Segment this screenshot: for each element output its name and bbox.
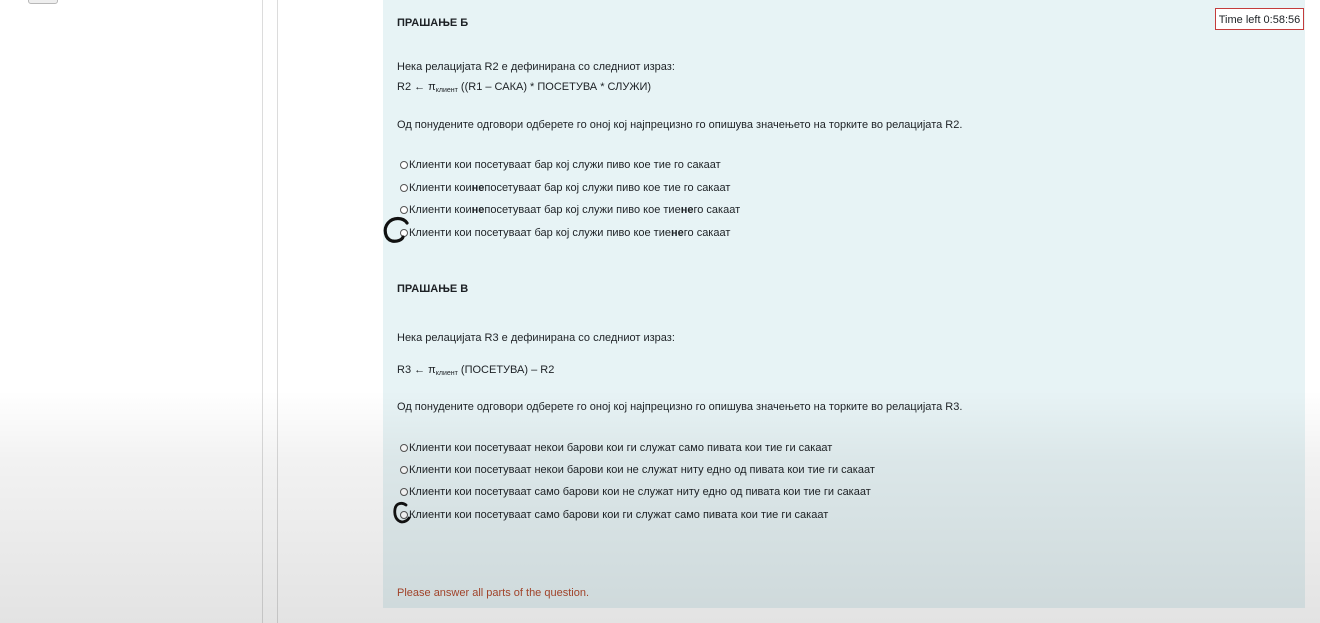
quiz-timer: Time left 0:58:56 xyxy=(1215,8,1304,30)
part-c-heading: ПРАШАЊЕ В xyxy=(397,283,469,295)
validation-warning: Please answer all parts of the question. xyxy=(397,587,590,599)
sidebar-divider xyxy=(262,0,263,623)
part-c-intro: Нека релацијата R3 е дефинирана со следн… xyxy=(397,332,675,344)
radio-icon[interactable] xyxy=(400,161,408,169)
part-c-prompt: Од понудените одговори одберете го оној … xyxy=(397,401,963,413)
part-b-intro: Нека релацијата R2 е дефинирана со следн… xyxy=(397,61,675,73)
part-b-option-1[interactable]: Клиенти кои посетуваат бар кој служи пив… xyxy=(400,159,721,171)
part-c-option-2[interactable]: Клиенти кои посетуваат некои барови кои … xyxy=(400,464,875,476)
top-button-stub[interactable] xyxy=(28,0,58,4)
part-b-heading: ПРАШАЊЕ Б xyxy=(397,17,469,29)
part-b-expression: R2 ← πклиент ((R1 – САКА) * ПОСЕТУВА * С… xyxy=(397,81,652,94)
part-b-option-4[interactable]: Клиенти кои посетуваат бар кој служи пив… xyxy=(400,227,730,239)
radio-icon[interactable] xyxy=(400,444,408,452)
radio-icon[interactable] xyxy=(400,466,408,474)
radio-icon[interactable] xyxy=(400,184,408,192)
radio-icon[interactable] xyxy=(400,488,408,496)
part-b-prompt: Од понудените одговори одберете го оној … xyxy=(397,119,963,131)
part-c-expression: R3 ← πклиент (ПОСЕТУВА) – R2 xyxy=(397,364,555,377)
part-b-option-2[interactable]: Клиенти кои не посетуваат бар кој служи … xyxy=(400,182,730,194)
handwritten-circle-mark xyxy=(393,501,411,524)
radio-icon[interactable] xyxy=(400,206,408,214)
part-c-option-3[interactable]: Клиенти кои посетуваат само барови кои н… xyxy=(400,486,871,498)
content-divider xyxy=(277,0,278,623)
part-c-option-4[interactable]: Клиенти кои посетуваат само барови кои г… xyxy=(400,509,828,521)
part-b-option-3[interactable]: Клиенти кои не посетуваат бар кој служи … xyxy=(400,204,740,216)
part-c-option-1[interactable]: Клиенти кои посетуваат некои барови кои … xyxy=(400,442,832,454)
handwritten-circle-mark xyxy=(383,216,409,243)
